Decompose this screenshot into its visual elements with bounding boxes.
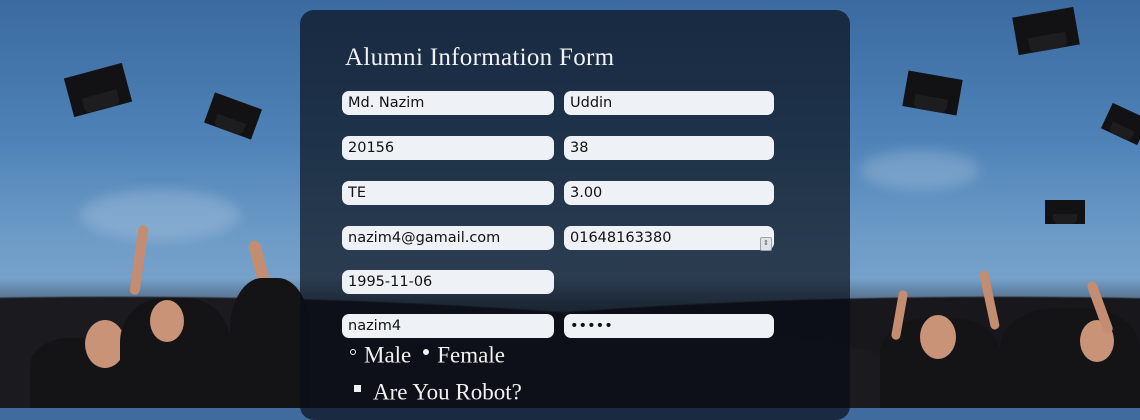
graduation-cap-icon <box>1045 200 1085 224</box>
gender-radio-group: Male Female <box>348 341 505 369</box>
graduate <box>230 278 310 408</box>
last-name-input[interactable] <box>564 91 774 115</box>
graduate-face <box>85 320 125 368</box>
department-input[interactable] <box>342 181 554 205</box>
alumni-form-panel: Alumni Information Form ⇕ Male Female Are… <box>300 10 850 420</box>
robot-check-row: Are You Robot? <box>348 378 522 406</box>
cgpa-input[interactable] <box>564 181 774 205</box>
student-id-input[interactable] <box>342 136 554 160</box>
form-title: Alumni Information Form <box>345 44 615 71</box>
phone-input[interactable] <box>564 226 774 250</box>
male-label[interactable]: Male <box>364 343 411 368</box>
password-input[interactable] <box>564 314 774 338</box>
robot-label[interactable]: Are You Robot? <box>373 380 522 405</box>
cloud <box>80 190 240 240</box>
graduate-face <box>920 315 956 359</box>
cloud <box>860 150 980 190</box>
male-radio[interactable] <box>350 348 356 355</box>
phone-spinner-icon[interactable]: ⇕ <box>760 237 772 251</box>
first-name-input[interactable] <box>342 91 554 115</box>
female-label[interactable]: Female <box>437 343 505 368</box>
robot-checkbox[interactable] <box>354 385 361 393</box>
batch-input[interactable] <box>564 136 774 160</box>
graduate <box>1000 308 1140 408</box>
graduate-face <box>150 300 184 342</box>
female-radio[interactable] <box>423 348 430 355</box>
username-input[interactable] <box>342 314 554 338</box>
birth-date-input[interactable] <box>342 270 554 294</box>
email-input[interactable] <box>342 226 554 250</box>
